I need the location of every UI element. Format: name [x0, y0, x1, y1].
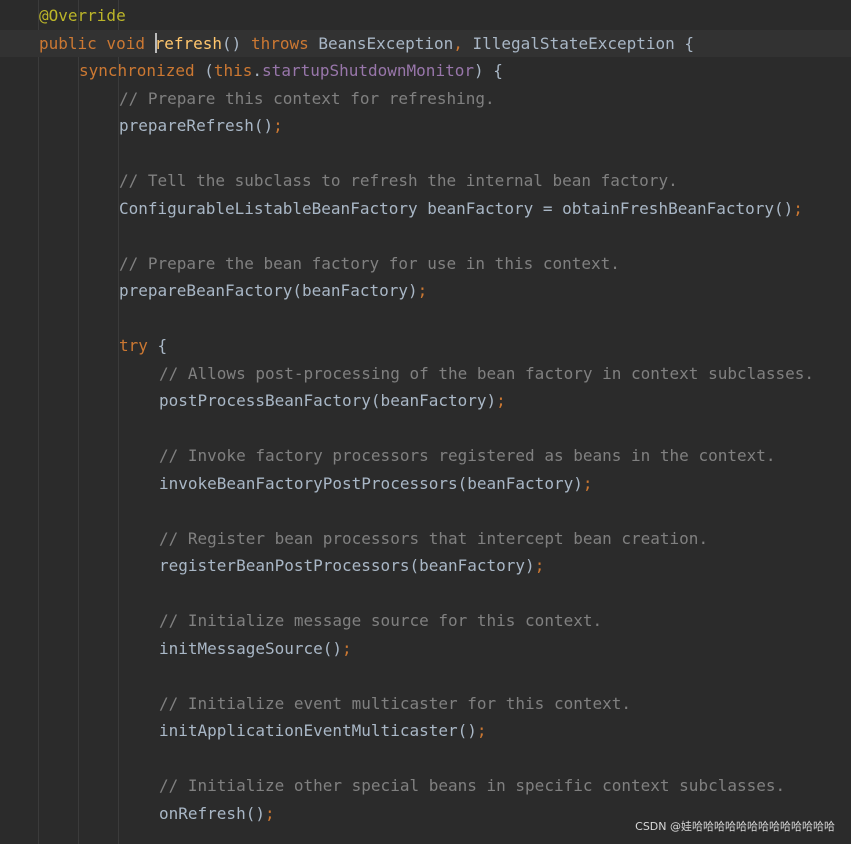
- code-token-method-decl: refresh: [154, 33, 223, 53]
- code-line[interactable]: [0, 745, 851, 773]
- code-token-comment: // Allows post-processing of the bean fa…: [159, 363, 815, 383]
- code-line[interactable]: // Register bean processors that interce…: [0, 525, 851, 553]
- code-line[interactable]: synchronized (this.startupShutdownMonito…: [0, 57, 851, 85]
- code-token-punct: ;: [582, 473, 593, 493]
- code-token-plain: (: [204, 61, 214, 80]
- code-line[interactable]: [0, 580, 851, 608]
- code-line[interactable]: [0, 140, 851, 168]
- code-line[interactable]: invokeBeanFactoryPostProcessors(beanFact…: [0, 470, 851, 498]
- code-token-keyword: public void: [39, 33, 155, 53]
- code-token-plain: {: [157, 336, 168, 355]
- code-token-field: startupShutdownMonitor: [262, 61, 474, 80]
- code-line[interactable]: registerBeanPostProcessors(beanFactory);: [0, 552, 851, 580]
- code-token-punct: ;: [273, 116, 283, 135]
- code-token-punct: ;: [476, 721, 487, 740]
- code-line[interactable]: postProcessBeanFactory(beanFactory);: [0, 387, 851, 415]
- code-line[interactable]: initMessageSource();: [0, 635, 851, 663]
- code-line[interactable]: // Initialize other special beans in spe…: [0, 772, 851, 800]
- code-line[interactable]: [0, 415, 851, 443]
- code-line[interactable]: // Prepare the bean factory for use in t…: [0, 250, 851, 278]
- code-token-punct: ;: [496, 391, 506, 410]
- code-token-comment: // Prepare the bean factory for use in t…: [119, 253, 620, 273]
- code-token-comment: // Invoke factory processors registered …: [159, 446, 776, 465]
- code-line[interactable]: [0, 497, 851, 525]
- code-token-keyword: throws: [250, 33, 319, 53]
- code-token-punct: ;: [534, 556, 545, 575]
- code-line[interactable]: // Allows post-processing of the bean fa…: [0, 360, 851, 388]
- code-token-comment: // Register bean processors that interce…: [159, 528, 709, 548]
- code-token-annotation: @Override: [39, 6, 126, 25]
- code-line[interactable]: initApplicationEventMulticaster();: [0, 717, 851, 745]
- code-line[interactable]: // Initialize message source for this co…: [0, 607, 851, 635]
- code-line[interactable]: @Override: [0, 2, 851, 30]
- code-token-plain: registerBeanPostProcessors(beanFactory): [159, 556, 535, 575]
- code-token-punct: ,: [453, 33, 473, 53]
- code-line-current[interactable]: public void refresh() throws BeansExcept…: [0, 29, 851, 57]
- code-token-keyword: try: [119, 336, 158, 355]
- code-token-comment: // Prepare this context for refreshing.: [119, 88, 495, 108]
- code-line[interactable]: ConfigurableListableBeanFactory beanFact…: [0, 195, 851, 223]
- code-token-punct: ;: [342, 638, 352, 658]
- code-token-plain: ) {: [473, 61, 503, 80]
- csdn-watermark: CSDN @娃哈哈哈哈哈哈哈哈哈哈哈哈哈: [635, 820, 835, 833]
- code-line[interactable]: // Initialize event multicaster for this…: [0, 690, 851, 718]
- code-line[interactable]: try {: [0, 332, 851, 360]
- code-line[interactable]: // Prepare this context for refreshing.: [0, 85, 851, 113]
- code-line[interactable]: // Invoke factory processors registered …: [0, 442, 851, 470]
- code-token-comment: // Initialize event multicaster for this…: [159, 693, 632, 713]
- code-token-plain: BeansException: [318, 33, 454, 53]
- code-line[interactable]: prepareBeanFactory(beanFactory);: [0, 277, 851, 305]
- code-token-keyword: synchronized: [79, 61, 205, 80]
- code-token-plain: initMessageSource(): [159, 638, 343, 658]
- code-token-punct: ;: [264, 803, 275, 823]
- code-line[interactable]: // Tell the subclass to refresh the inte…: [0, 167, 851, 195]
- code-token-plain: onRefresh(): [159, 803, 265, 823]
- code-editor[interactable]: @Override public void refresh() throws Be…: [0, 0, 851, 844]
- code-line[interactable]: [0, 305, 851, 333]
- code-token-plain: prepareRefresh(): [119, 116, 274, 135]
- code-token-comment: // Tell the subclass to refresh the inte…: [119, 171, 678, 190]
- code-token-plain: IllegalStateException {: [472, 33, 695, 53]
- code-line[interactable]: prepareRefresh();: [0, 112, 851, 140]
- code-token-plain: .: [252, 61, 263, 80]
- code-token-plain: prepareBeanFactory(beanFactory): [119, 281, 418, 300]
- code-token-punct: ;: [793, 198, 803, 218]
- code-token-plain: postProcessBeanFactory(beanFactory): [159, 391, 497, 410]
- code-token-plain: initApplicationEventMulticaster(): [159, 721, 477, 740]
- code-token-comment: // Initialize message source for this co…: [159, 611, 603, 630]
- code-token-plain: ConfigurableListableBeanFactory beanFact…: [119, 198, 794, 218]
- code-token-comment: // Initialize other special beans in spe…: [159, 776, 786, 795]
- code-token-plain: invokeBeanFactoryPostProcessors(beanFact…: [159, 473, 583, 493]
- code-token-plain: (): [222, 33, 251, 53]
- code-token-keyword: this: [213, 61, 253, 80]
- code-line[interactable]: [0, 222, 851, 250]
- code-line[interactable]: [0, 662, 851, 690]
- code-token-punct: ;: [417, 281, 428, 300]
